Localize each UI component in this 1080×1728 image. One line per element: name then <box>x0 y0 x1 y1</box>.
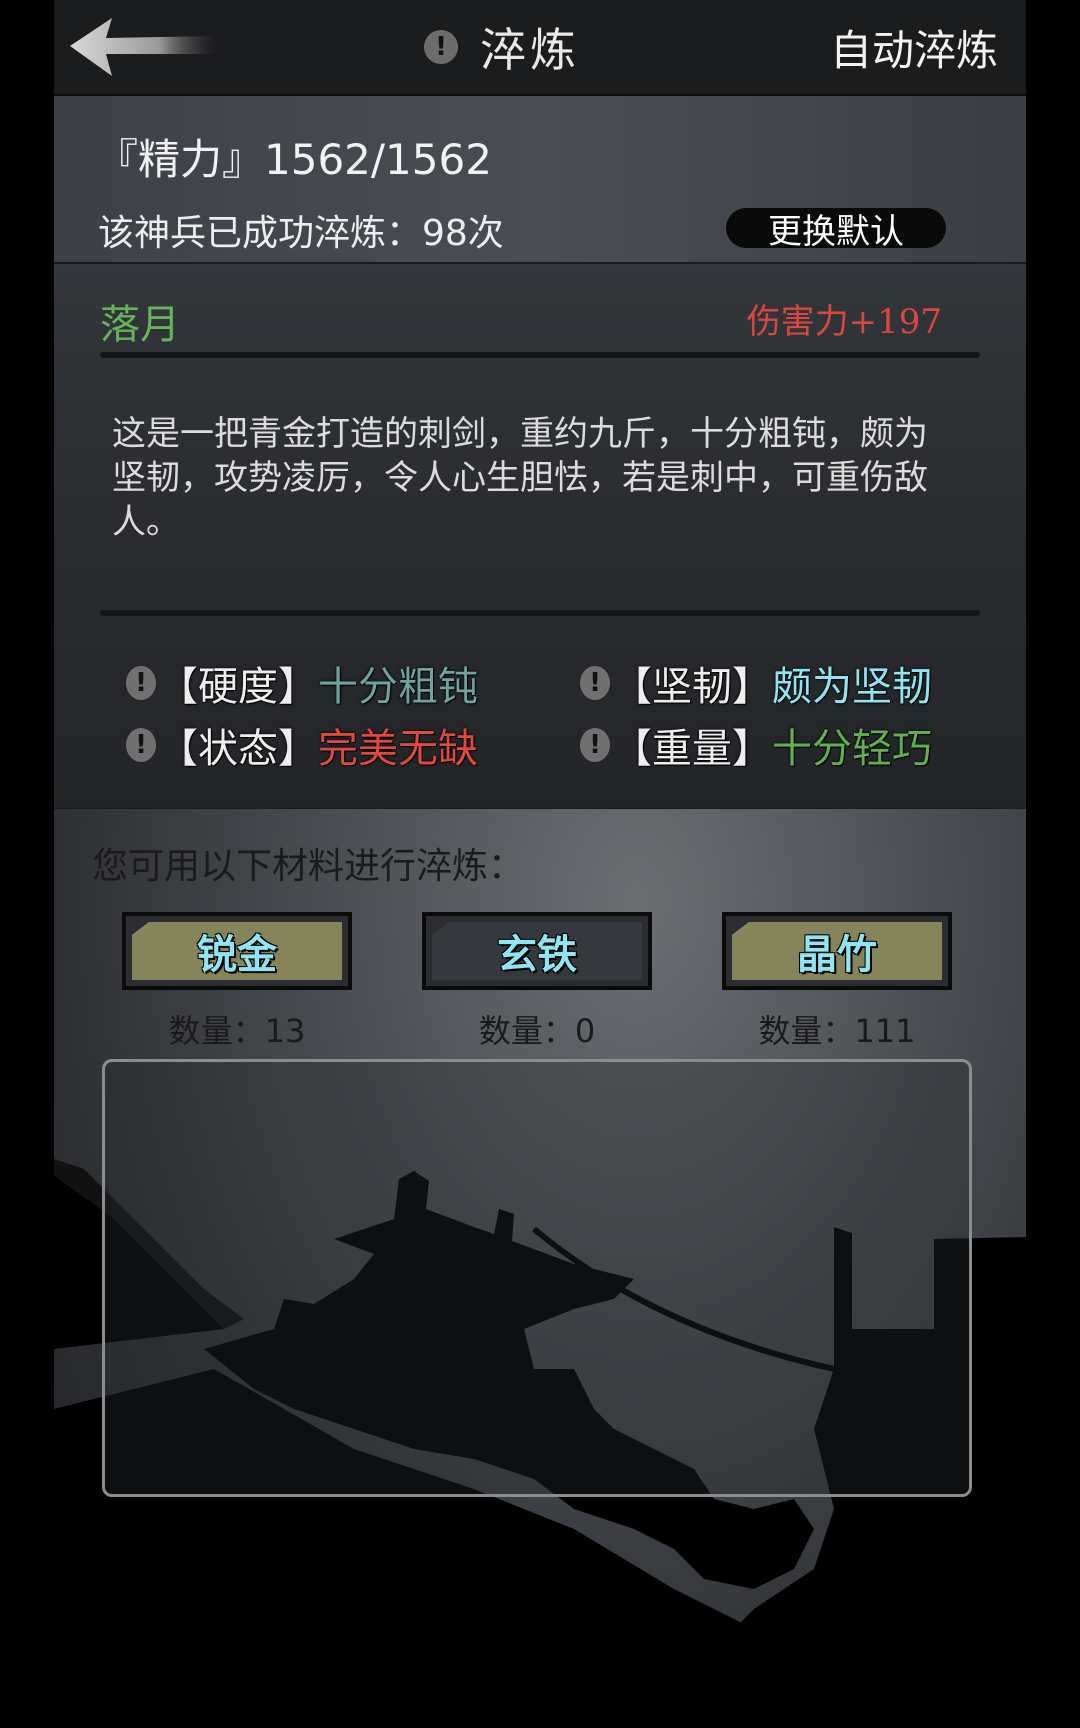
attr-condition: ! 【状态】 完美无缺 <box>126 716 478 774</box>
title-group: ! 淬炼 <box>424 14 580 80</box>
material-quantity: 数量：0 <box>478 1012 596 1050</box>
divider <box>100 610 980 616</box>
energy-panel: 『精力』1562/1562 该神兵已成功淬炼：98次 更换默认 <box>54 96 1026 262</box>
info-icon[interactable]: ! <box>580 666 610 700</box>
divider <box>100 352 980 358</box>
header-bar: ! 淬炼 自动淬炼 <box>54 0 1026 97</box>
attr-label: 【状态】 <box>158 726 318 772</box>
info-icon[interactable]: ! <box>424 30 458 64</box>
attr-value: 十分轻巧 <box>772 726 932 772</box>
info-icon[interactable]: ! <box>580 728 610 762</box>
attr-label: 【坚韧】 <box>612 664 772 710</box>
attr-value: 完美无缺 <box>318 726 478 772</box>
back-button[interactable] <box>68 14 228 80</box>
info-icon[interactable]: ! <box>126 666 156 700</box>
material-button-jingzhu[interactable]: 晶竹 <box>722 912 952 990</box>
material-quantity: 数量：13 <box>168 1012 306 1050</box>
app-screen: ! 淬炼 自动淬炼 『精力』1562/1562 该神兵已成功淬炼：98次 更换默… <box>54 0 1026 1728</box>
back-arrow-icon <box>70 18 218 76</box>
attr-hardness: ! 【硬度】 十分粗钝 <box>126 654 478 712</box>
material-name: 锐金 <box>132 922 342 980</box>
material-name: 晶竹 <box>732 922 942 980</box>
material-quantity: 数量：111 <box>758 1012 916 1050</box>
auto-temper-button[interactable]: 自动淬炼 <box>830 16 998 78</box>
change-default-button[interactable]: 更换默认 <box>726 208 946 252</box>
materials-label: 您可用以下材料进行淬炼： <box>92 846 525 887</box>
weapon-description: 这是一把青金打造的刺剑，重约九斤，十分粗钝，颇为坚韧，攻势凌厉，令人心生胆怯，若… <box>112 414 928 542</box>
info-icon[interactable]: ! <box>126 728 156 762</box>
material-button-xuantie[interactable]: 玄铁 <box>422 912 652 990</box>
attr-toughness: ! 【坚韧】 颇为坚韧 <box>580 654 932 712</box>
attr-weight: ! 【重量】 十分轻巧 <box>580 716 932 774</box>
materials-section: 您可用以下材料进行淬炼： 锐金 数量：13 玄铁 数量：0 晶竹 数量：111 <box>54 809 1026 1728</box>
weapon-damage-stat: 伤害力+197 <box>746 302 942 342</box>
attr-label: 【重量】 <box>612 726 772 772</box>
tempered-count: 该神兵已成功淬炼：98次 <box>98 213 504 254</box>
page-title: 淬炼 <box>480 23 580 77</box>
attr-value: 十分粗钝 <box>318 664 478 710</box>
tempering-display-frame <box>102 1059 972 1497</box>
material-name: 玄铁 <box>432 922 642 980</box>
attr-value: 颇为坚韧 <box>772 664 932 710</box>
energy-value: 『精力』1562/1562 <box>96 135 492 184</box>
material-button-ruijin[interactable]: 锐金 <box>122 912 352 990</box>
weapon-panel: 落月 伤害力+197 这是一把青金打造的刺剑，重约九斤，十分粗钝，颇为坚韧，攻势… <box>54 262 1026 811</box>
weapon-name: 落月 <box>100 302 180 348</box>
attr-label: 【硬度】 <box>158 664 318 710</box>
